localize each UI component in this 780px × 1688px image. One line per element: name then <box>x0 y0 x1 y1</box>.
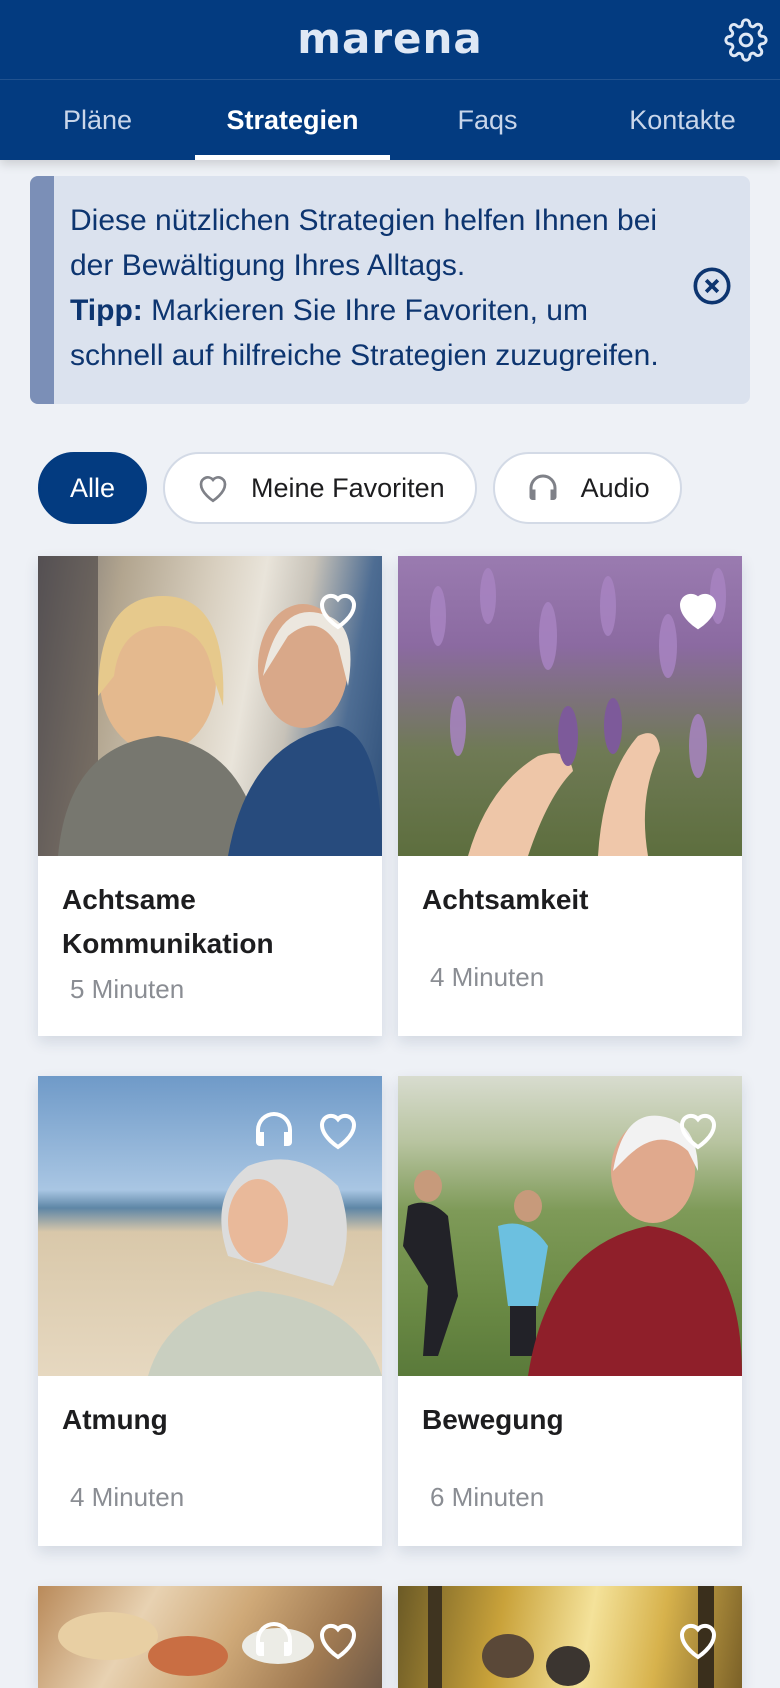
main-tabs: Pläne Strategien Faqs Kontakte <box>0 80 780 160</box>
strategy-card[interactable]: Achtsamkeit 4 Minuten <box>398 556 742 1036</box>
favorite-heart-icon[interactable] <box>314 1616 362 1664</box>
filter-audio-chip[interactable]: Audio <box>492 452 682 524</box>
close-circle-icon[interactable] <box>692 266 732 306</box>
tab-strategien[interactable]: Strategien <box>195 80 390 160</box>
filter-bar: Alle Meine Favoriten Audio <box>38 452 682 524</box>
card-title: Achtsame Kommunikation <box>62 884 274 959</box>
banner-tip-label: Tipp: <box>70 294 143 327</box>
banner-accent-stripe <box>30 176 54 404</box>
tab-plaene[interactable]: Pläne <box>0 80 195 160</box>
card-duration: 4 Minuten <box>70 1482 185 1512</box>
info-banner: Diese nützlichen Strategien helfen Ihnen… <box>30 176 750 404</box>
brand-bar: marena <box>0 0 780 80</box>
card-title: Bewegung <box>422 1404 564 1435</box>
card-photo-food <box>38 1586 382 1688</box>
banner-text: Diese nützlichen Strategien helfen Ihnen… <box>70 198 670 378</box>
card-duration: 4 Minuten <box>430 962 545 992</box>
favorite-heart-icon[interactable] <box>674 1106 722 1154</box>
card-photo-forest <box>398 1586 742 1688</box>
strategy-card[interactable] <box>38 1586 382 1688</box>
banner-intro: Diese nützlichen Strategien helfen Ihnen… <box>70 204 658 282</box>
card-photo-exercise <box>398 1076 742 1376</box>
strategy-card[interactable]: Bewegung 6 Minuten <box>398 1076 742 1546</box>
filter-favorites-label: Meine Favoriten <box>251 472 445 503</box>
strategy-card[interactable]: Atmung 4 Minuten <box>38 1076 382 1546</box>
app-header: marena Pläne Strategien Faqs Kontakte <box>0 0 780 160</box>
favorite-heart-icon[interactable] <box>314 1106 362 1154</box>
app-logo: marena <box>297 14 483 63</box>
headphones-icon <box>529 474 557 500</box>
strategy-card[interactable]: Achtsame Kommunikation 5 Minuten <box>38 556 382 1036</box>
card-title: Achtsamkeit <box>422 884 589 915</box>
favorite-heart-icon[interactable] <box>314 586 362 634</box>
filter-audio-label: Audio <box>580 472 650 503</box>
heart-outline-icon <box>199 476 227 503</box>
audio-headphones-icon <box>256 1622 292 1656</box>
tab-faqs[interactable]: Faqs <box>390 80 585 160</box>
card-duration: 6 Minuten <box>430 1482 545 1512</box>
filter-favorites-chip[interactable]: Meine Favoriten <box>163 452 477 524</box>
tab-kontakte[interactable]: Kontakte <box>585 80 780 160</box>
card-title: Atmung <box>62 1404 168 1435</box>
filter-all-label: Alle <box>70 472 116 503</box>
favorite-heart-filled-icon[interactable] <box>674 586 722 634</box>
audio-headphones-icon <box>256 1112 292 1146</box>
filter-all-chip[interactable]: Alle <box>38 452 148 524</box>
card-duration: 5 Minuten <box>70 974 185 1004</box>
settings-gear-icon[interactable] <box>724 18 768 62</box>
favorite-heart-icon[interactable] <box>674 1616 722 1664</box>
card-photo-beach <box>38 1076 382 1376</box>
banner-tip-text: Markieren Sie Ihre Favoriten, um schnell… <box>70 294 659 372</box>
card-photo-conversation <box>38 556 382 856</box>
strategy-card[interactable] <box>398 1586 742 1688</box>
card-photo-lavender <box>398 556 742 856</box>
